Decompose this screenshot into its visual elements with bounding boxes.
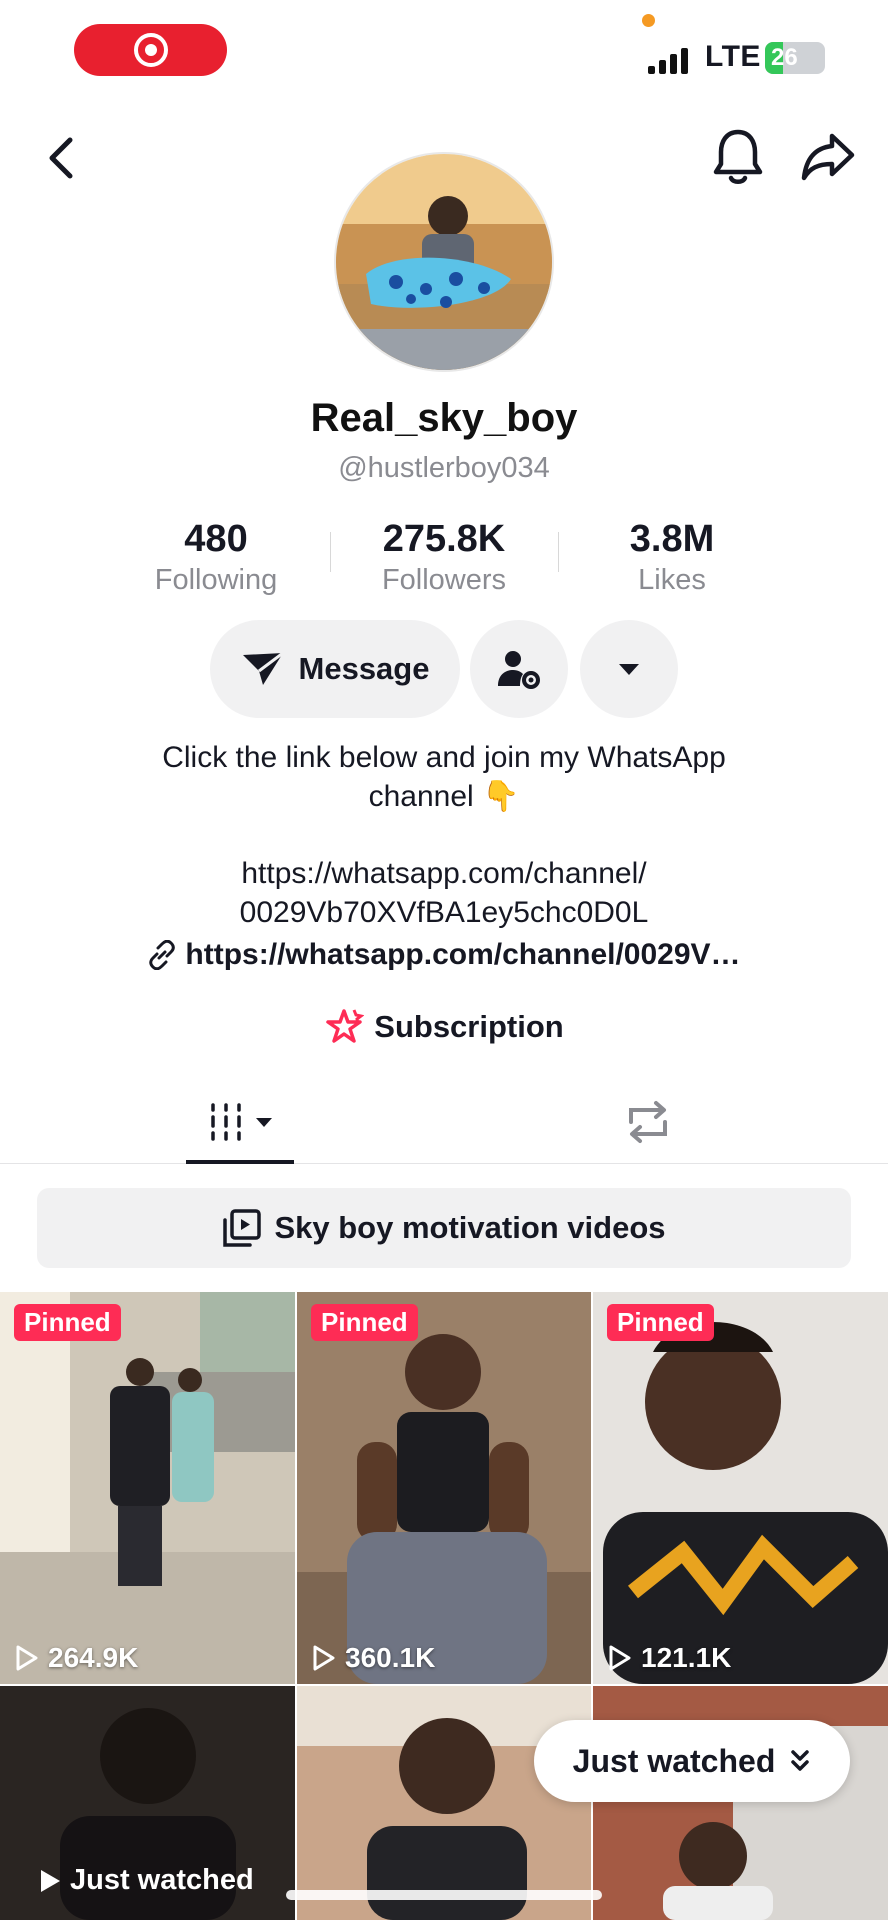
bio-link-line: 0029Vb70XVfBA1ey5chc0D0L (239, 896, 649, 929)
avatar[interactable] (334, 152, 554, 372)
playlist-label: Sky boy motivation videos (274, 1210, 666, 1245)
bio-url-link[interactable]: https://whatsapp.com/channel/0029V… (100, 938, 788, 972)
following-label: Following (154, 564, 278, 596)
play-icon (609, 1645, 631, 1671)
just-watched-tile-label: Just watched (38, 1864, 254, 1897)
bell-icon[interactable] (712, 124, 764, 188)
stat-divider (558, 532, 559, 572)
repost-icon (629, 1101, 667, 1143)
video-grid: Pinned 264.9K Pinned 360.1K Pinned 121.1… (0, 1292, 888, 1920)
double-chevron-down-icon (791, 1750, 810, 1771)
battery-level: 26 (771, 44, 798, 71)
profile-stats: 480 Following 275.8K Followers 3.8M Like… (0, 518, 888, 596)
bio-line: Click the link below and join my WhatsAp… (162, 741, 726, 774)
followers-label: Followers (381, 564, 507, 596)
bio-url: https://whatsapp.com/channel/0029V… (185, 938, 741, 971)
caret-down-icon (256, 1118, 272, 1127)
privacy-dot (642, 14, 655, 27)
playlist-banner[interactable]: Sky boy motivation videos (37, 1188, 851, 1268)
username-handle: @hustlerboy034 (338, 452, 550, 484)
follow-settings-button[interactable] (470, 620, 568, 718)
view-count-value: 121.1K (641, 1642, 732, 1673)
signal-icon (648, 44, 688, 74)
tab-videos[interactable] (186, 1080, 294, 1164)
video-thumbnail[interactable]: Pinned 121.1K (593, 1292, 888, 1684)
just-watched-button[interactable]: Just watched (534, 1720, 850, 1802)
message-button[interactable]: Message (210, 620, 460, 718)
bio-text: Click the link below and join my WhatsAp… (60, 738, 828, 816)
video-thumbnail[interactable]: Pinned 360.1K (297, 1292, 591, 1684)
view-count-value: 264.9K (48, 1642, 139, 1673)
link-icon (149, 940, 176, 970)
network-type: LTE (705, 40, 761, 73)
pinned-badge: Pinned (607, 1304, 714, 1341)
stat-divider (330, 532, 331, 572)
more-options-button[interactable] (580, 620, 678, 718)
caret-down-icon (619, 664, 639, 675)
video-thumbnail[interactable] (297, 1686, 591, 1920)
followers-count: 275.8K (382, 518, 506, 560)
stat-following[interactable]: 480 Following (116, 518, 316, 600)
view-count: 360.1K (311, 1642, 435, 1674)
send-icon (242, 651, 284, 685)
play-icon (41, 1869, 60, 1892)
back-icon[interactable] (38, 130, 84, 186)
following-count: 480 (184, 518, 248, 560)
stat-followers[interactable]: 275.8K Followers (344, 518, 544, 600)
stat-likes[interactable]: 3.8M Likes (572, 518, 772, 600)
playlist-icon (223, 1209, 262, 1247)
play-icon (313, 1645, 335, 1671)
profile-tabs (0, 1080, 888, 1164)
display-name: Real_sky_boy (310, 396, 578, 440)
user-settings-icon (498, 651, 540, 689)
home-indicator[interactable] (286, 1890, 602, 1900)
play-icon (16, 1645, 38, 1671)
star-icon (326, 1009, 365, 1043)
battery-icon: 26 (765, 42, 825, 74)
bio-link-text: https://whatsapp.com/channel/ 0029Vb70XV… (60, 854, 828, 932)
view-count-value: 360.1K (345, 1642, 436, 1673)
active-tab-indicator (186, 1160, 294, 1164)
record-icon (133, 33, 168, 67)
subscription-label: Subscription (374, 1009, 564, 1044)
subscription-button[interactable]: Subscription (0, 1008, 888, 1046)
profile-actions: Message (0, 620, 888, 718)
pinned-badge: Pinned (311, 1304, 418, 1341)
just-watched-text: Just watched (70, 1864, 254, 1896)
message-label: Message (298, 651, 430, 686)
view-count: 121.1K (607, 1642, 731, 1674)
grid-icon (211, 1103, 241, 1141)
likes-label: Likes (638, 564, 706, 596)
pinned-badge: Pinned (14, 1304, 121, 1341)
video-thumbnail[interactable]: Pinned 264.9K (0, 1292, 295, 1684)
share-icon[interactable] (800, 128, 856, 184)
just-watched-button-label: Just watched (572, 1742, 776, 1779)
bio-line: channel 👇 (368, 780, 520, 813)
bio-link-line: https://whatsapp.com/channel/ (241, 857, 647, 890)
status-bar: LTE 26 (0, 0, 888, 100)
tab-reposts[interactable] (616, 1080, 680, 1164)
view-count: 264.9K (14, 1642, 138, 1674)
likes-count: 3.8M (629, 518, 715, 560)
screen-record-indicator[interactable] (74, 24, 227, 76)
